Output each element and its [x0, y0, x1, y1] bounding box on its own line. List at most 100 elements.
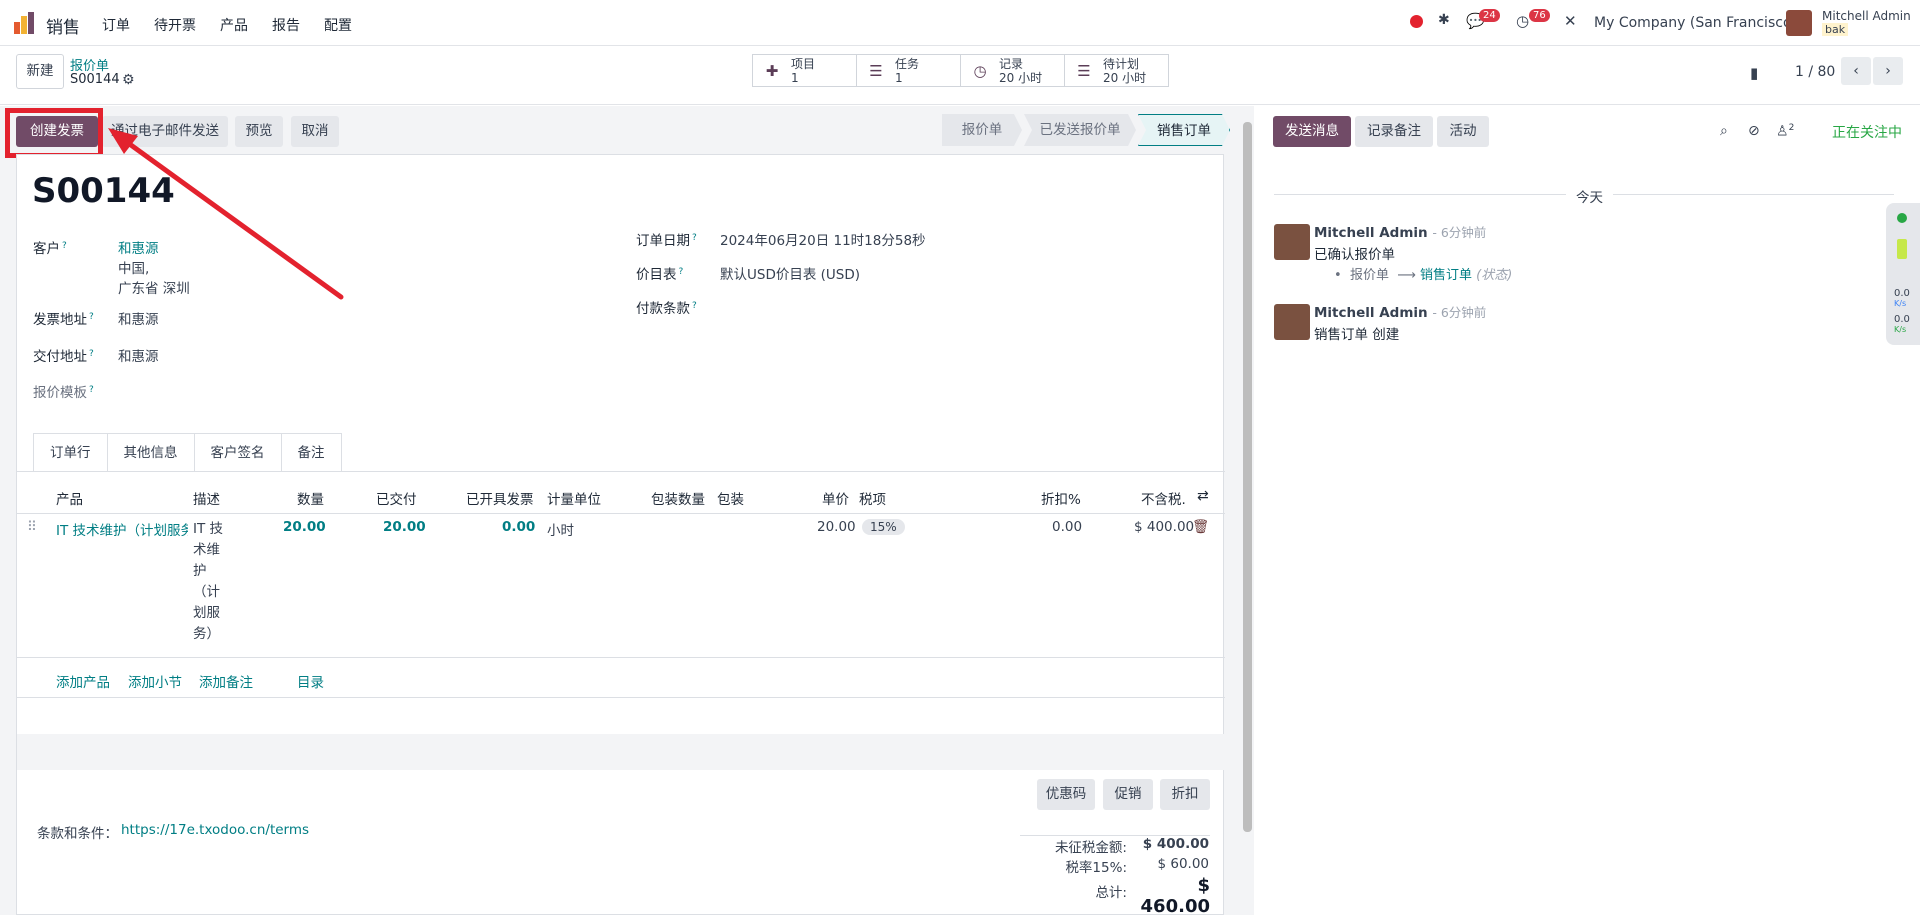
top-navbar: 销售 订单 待开票 产品 报告 配置 ✱ 💬 24 ◷ 76 ✕ My Compan…	[0, 0, 1920, 46]
line-product[interactable]: IT 技术维护（计划服务	[56, 519, 188, 539]
tab-notes[interactable]: 备注	[281, 433, 342, 472]
line-invoiced[interactable]: 0.00	[502, 519, 535, 535]
tab-divider	[17, 471, 1225, 472]
activity-count-badge: 76	[1529, 9, 1550, 22]
tab-customer-signature[interactable]: 客户签名	[194, 433, 282, 472]
status-quotation[interactable]: 报价单	[942, 114, 1022, 146]
scrollbar-thumb[interactable]	[1243, 122, 1252, 832]
search-icon[interactable]: ⌕	[1720, 123, 1728, 139]
table-footer-band	[17, 734, 1225, 770]
pager-next-button[interactable]: ›	[1873, 57, 1903, 85]
smart-button-planning[interactable]: ☰ 待计划 20 小时	[1064, 54, 1169, 87]
control-panel: 新建 报价单 S00144 ⚙ ✚ 项目 1 ☰ 任务 1 ◷ 记录 20 小时…	[0, 47, 1920, 105]
smart-button-tasks[interactable]: ☰ 任务 1	[856, 54, 961, 87]
menu-item-to-invoice[interactable]: 待开票	[154, 15, 196, 35]
col-taxes[interactable]: 税项	[859, 488, 886, 508]
line-uom[interactable]: 小时	[547, 519, 574, 539]
company-switcher[interactable]: My Company (San Francisco)	[1594, 15, 1797, 31]
record-icon[interactable]	[1410, 15, 1423, 28]
add-product-link[interactable]: 添加产品	[56, 671, 110, 691]
col-description[interactable]: 描述	[193, 488, 220, 508]
followers-icon[interactable]: ♙2	[1776, 123, 1794, 140]
status-sales-order[interactable]: 销售订单	[1138, 114, 1230, 146]
chat-icon[interactable]: 💬 24	[1466, 9, 1500, 30]
gear-icon[interactable]: ⚙	[122, 72, 135, 88]
tax-amount-label: 税率15%:	[1065, 860, 1127, 876]
app-logo-icon[interactable]	[14, 12, 38, 34]
col-uom[interactable]: 计量单位	[547, 488, 601, 508]
add-section-link[interactable]: 添加小节	[128, 671, 182, 691]
smart-button-label: 项目	[791, 57, 816, 71]
promotions-button[interactable]: 促销	[1103, 779, 1153, 810]
smart-button-value: 1	[791, 71, 799, 85]
new-button[interactable]: 新建	[16, 54, 64, 89]
line-description[interactable]: IT 技 术维 护 （计 划服 务）	[193, 519, 227, 645]
message-author-avatar[interactable]	[1274, 224, 1310, 260]
delivery-address-field[interactable]: 和惠源	[118, 345, 159, 365]
log-note-button[interactable]: 记录备注	[1355, 116, 1433, 147]
smart-button-value: 20 小时	[999, 71, 1043, 85]
app-name[interactable]: 销售	[46, 13, 80, 38]
add-note-link[interactable]: 添加备注	[199, 671, 253, 691]
catalog-link[interactable]: 目录	[297, 671, 324, 691]
coupon-button[interactable]: 优惠码	[1037, 779, 1095, 810]
smart-button-project[interactable]: ✚ 项目 1	[752, 54, 857, 87]
drag-handle-icon[interactable]: ⠿	[27, 519, 37, 535]
download-unit: K/s	[1894, 325, 1907, 334]
col-product[interactable]: 产品	[56, 488, 83, 508]
message-author[interactable]: Mitchell Admin - 6分钟前	[1314, 302, 1486, 321]
col-subtotal[interactable]: 不含税.	[1141, 488, 1186, 508]
trash-icon[interactable]: 🗑	[1192, 519, 1209, 535]
upload-speed: 0.0	[1894, 288, 1910, 299]
tools-icon[interactable]: ✕	[1564, 12, 1577, 30]
discount-button[interactable]: 折扣	[1160, 779, 1210, 810]
message-author-avatar[interactable]	[1274, 304, 1310, 340]
send-message-button[interactable]: 发送消息	[1273, 116, 1351, 147]
row-divider	[17, 657, 1225, 658]
pricelist-field[interactable]: 默认USD价目表 (USD)	[720, 263, 860, 283]
col-delivered[interactable]: 已交付	[376, 488, 417, 508]
col-unit-price[interactable]: 单价	[822, 488, 849, 508]
col-invoiced[interactable]: 已开具发票	[466, 488, 534, 508]
line-unit-price[interactable]: 20.00	[817, 519, 856, 535]
pager-value[interactable]: 1 / 80	[1795, 64, 1835, 80]
payment-terms-label: 付款条款?	[636, 300, 697, 318]
battery-icon	[1897, 239, 1907, 259]
col-discount[interactable]: 折扣%	[1041, 488, 1081, 508]
activity-clock-icon[interactable]: ◷ 76	[1516, 9, 1550, 30]
tab-order-lines[interactable]: 订单行	[33, 433, 108, 472]
line-quantity[interactable]: 20.00	[283, 519, 326, 535]
smart-button-timesheets[interactable]: ◷ 记录 20 小时	[960, 54, 1065, 87]
tab-other-info[interactable]: 其他信息	[107, 433, 195, 472]
col-packaging[interactable]: 包装	[717, 488, 744, 508]
optional-columns-icon[interactable]: ⇄	[1197, 488, 1209, 504]
bug-icon[interactable]: ✱	[1438, 12, 1450, 28]
bookmark-icon[interactable]: ▮	[1750, 64, 1758, 82]
tax-amount-value: $ 60.00	[1157, 856, 1209, 872]
line-delivered[interactable]: 20.00	[383, 519, 426, 535]
pager-previous-button[interactable]: ‹	[1841, 57, 1871, 85]
network-speed-widget[interactable]: 0.0 K/s 0.0 K/s	[1886, 203, 1920, 345]
menu-item-configuration[interactable]: 配置	[324, 15, 352, 35]
line-tax-tag[interactable]: 15%	[862, 519, 905, 535]
chatter-panel: 发送消息 记录备注 活动 ⌕ ⊘ ♙2 正在关注中 今天 Mitchell Ad…	[1254, 106, 1920, 915]
line-discount[interactable]: 0.00	[1052, 519, 1082, 535]
user-avatar[interactable]	[1786, 10, 1812, 36]
activity-button[interactable]: 活动	[1437, 116, 1489, 147]
col-packaging-qty[interactable]: 包装数量	[651, 488, 705, 508]
message-author[interactable]: Mitchell Admin - 6分钟前	[1314, 222, 1486, 241]
row-divider	[17, 697, 1225, 698]
user-name[interactable]: Mitchell Admin	[1822, 9, 1911, 23]
col-quantity[interactable]: 数量	[297, 488, 324, 508]
menu-item-orders[interactable]: 订单	[102, 15, 130, 35]
order-date-field[interactable]: 2024年06月20日 11时18分58秒	[720, 229, 926, 249]
form-scrollbar[interactable]	[1240, 106, 1254, 915]
paperclip-icon[interactable]: ⊘	[1748, 123, 1760, 139]
status-quotation-sent[interactable]: 已发送报价单	[1024, 114, 1136, 146]
menu-item-products[interactable]: 产品	[220, 15, 248, 35]
quotation-template-label: 报价模板?	[33, 384, 94, 402]
invoice-address-field[interactable]: 和惠源	[118, 308, 159, 328]
following-status[interactable]: 正在关注中	[1832, 122, 1902, 142]
terms-link[interactable]: https://17e.txodoo.cn/terms	[121, 822, 309, 838]
menu-item-reporting[interactable]: 报告	[272, 15, 300, 35]
